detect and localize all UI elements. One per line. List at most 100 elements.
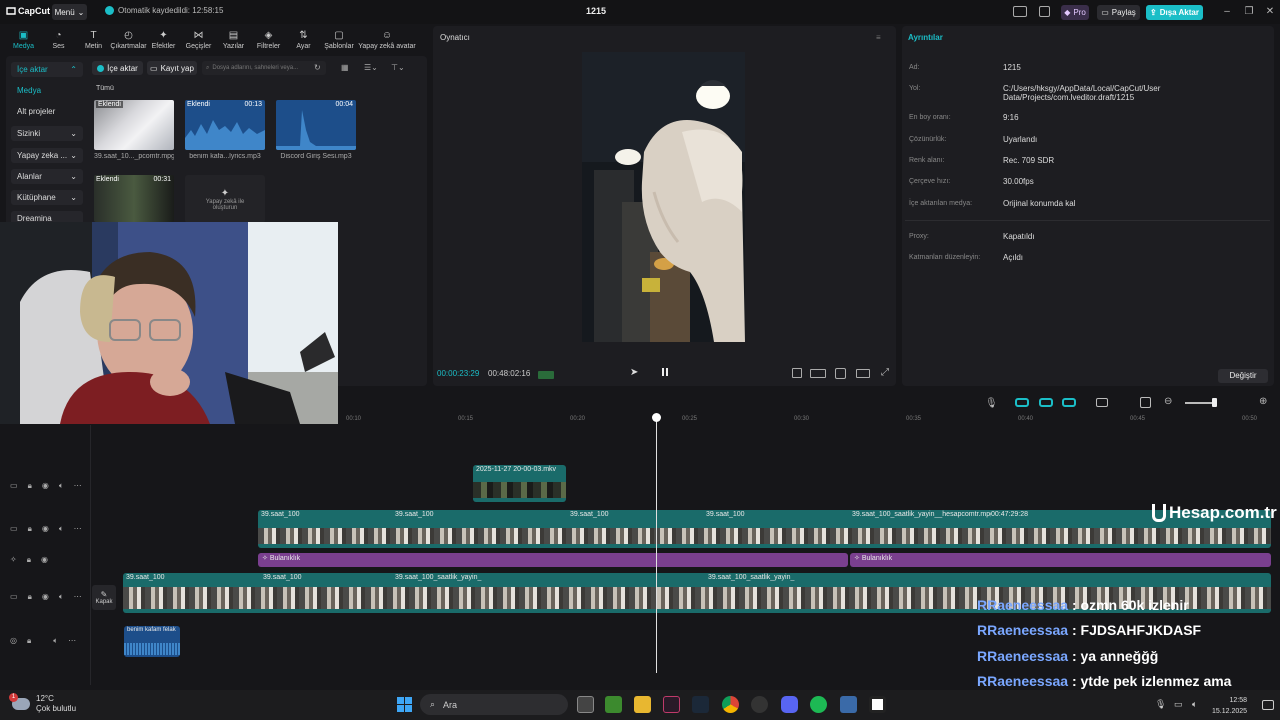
quality-icon[interactable] [810, 369, 826, 378]
cover-button[interactable]: ✎ Kapak [92, 585, 116, 610]
taskbar-clock[interactable]: 12:58 15.12.2025 [1212, 695, 1247, 717]
playhead-handle[interactable] [652, 413, 661, 422]
pause-icon[interactable] [660, 368, 670, 378]
spotify-icon[interactable] [810, 696, 827, 713]
media-search-input[interactable]: ⌕ Dosya adlarını, sahneleri veya... [202, 61, 326, 75]
lock-icon[interactable]: 🔒︎ [28, 524, 32, 534]
toolbar-avatar-tab[interactable]: ☺ Yapay zekâ avatar [357, 26, 417, 54]
more-icon[interactable]: ⋯ [74, 592, 82, 602]
timeline-ruler[interactable]: 00:10 00:15 00:20 00:25 00:30 00:35 00:40 00:45… [340, 413, 1280, 425]
share-button[interactable]: ▭ Paylaş [1097, 5, 1140, 20]
sidebar-item-subprojects[interactable]: Alt projeler [11, 104, 83, 119]
preview-axis-icon[interactable] [1096, 398, 1108, 407]
weather-widget[interactable]: 1 12°C Çok bulutlu [9, 693, 76, 714]
toolbar-template-tab[interactable]: ▢ Şablonlar [321, 26, 357, 54]
lock-icon[interactable]: 🔒︎ [27, 555, 31, 565]
sort-icon[interactable]: ☰⌄ [364, 63, 378, 72]
toolbar-captions-tab[interactable]: ▤ Yazılar [216, 26, 251, 54]
volume-icon[interactable]: 🔈︎ [1192, 699, 1197, 710]
media-item[interactable]: Eklendi 00:31 [94, 175, 174, 222]
network-icon[interactable]: ▭ [1174, 699, 1183, 710]
taskbar-search[interactable]: ⌕ Ara [420, 694, 568, 715]
toolbar-adjust-tab[interactable]: ⇅ Ayar [286, 26, 321, 54]
more-icon[interactable]: ⋯ [74, 524, 82, 534]
file-explorer-icon[interactable] [634, 696, 651, 713]
more-icon[interactable]: ⋯ [74, 481, 82, 491]
sidebar-item-library[interactable]: Kütüphane ⌄ [11, 190, 83, 205]
toolbar-filter-tab[interactable]: ◈ Filtreler [251, 26, 286, 54]
audio-clip[interactable]: benim kafam felak [124, 626, 180, 657]
microphone-icon[interactable]: 🎙︎ [985, 398, 998, 409]
refresh-icon[interactable]: ↻ [314, 63, 321, 72]
captions-toggle-icon[interactable] [1140, 397, 1151, 408]
maximize-icon[interactable]: ❐ [1242, 5, 1256, 19]
change-button[interactable]: Değiştir [1218, 369, 1268, 383]
microphone-icon[interactable]: 🎙︎ [1155, 699, 1166, 710]
toolbar-sticker-tab[interactable]: ◴ Çıkartmalar [110, 26, 146, 54]
app-icon[interactable] [663, 696, 680, 713]
zoom-in-icon[interactable]: ⊕ [1259, 396, 1267, 407]
speaker-icon[interactable]: 🔈︎ [59, 481, 64, 491]
record-button[interactable]: ▭ Kayıt yap [147, 61, 197, 75]
app-icon[interactable] [751, 696, 768, 713]
media-item[interactable]: Eklendi 39.saat_10..._pcomtr.mpg [94, 100, 174, 160]
menu-button[interactable]: Menü ⌄ [52, 4, 87, 20]
toolbar-media-tab[interactable]: ▣ Medya [6, 26, 41, 54]
fullscreen-icon[interactable]: ⤢ [881, 367, 889, 378]
eye-icon[interactable]: ◉ [42, 524, 49, 534]
sidebar-item-ai[interactable]: Yapay zeka ... ⌄ [11, 148, 83, 163]
sidebar-item-yours[interactable]: Sizinki ⌄ [11, 126, 83, 141]
task-view-icon[interactable] [577, 696, 594, 713]
hamburger-menu-icon[interactable]: ≡ [876, 33, 881, 42]
crop-icon[interactable] [792, 368, 802, 378]
eye-icon[interactable]: ◉ [42, 481, 49, 491]
lock-icon[interactable]: 🔒︎ [27, 636, 31, 646]
video-preview[interactable] [582, 52, 745, 342]
layout-icon[interactable] [1013, 6, 1027, 17]
toolbar-audio-tab[interactable]: ◔ Ses [41, 26, 76, 54]
snap-icon[interactable] [1062, 398, 1076, 407]
toolbar-effects-tab[interactable]: ✦ Efektler [146, 26, 181, 54]
sidebar-item-import[interactable]: İçe aktar ⌃ [11, 62, 83, 77]
lock-icon[interactable]: 🔒︎ [28, 592, 32, 602]
notifications-icon[interactable] [1262, 700, 1274, 710]
import-button[interactable]: İçe aktar [92, 61, 143, 75]
magnet-icon[interactable] [1039, 398, 1053, 407]
effect-clip[interactable]: ✧ Bulanıklık [850, 553, 1271, 567]
media-item[interactable]: Eklendi 00:13 benim kafa...lyrics.mp3 [185, 100, 265, 160]
app-icon[interactable] [840, 696, 857, 713]
toolbar-transition-tab[interactable]: ⋈ Geçişler [181, 26, 216, 54]
effect-clip[interactable]: ✧ Bulanıklık [258, 553, 848, 567]
more-icon[interactable]: ⋯ [68, 636, 76, 646]
chrome-icon[interactable] [722, 696, 739, 713]
sidebar-item-spaces[interactable]: Alanlar ⌄ [11, 169, 83, 184]
close-icon[interactable]: ✕ [1263, 5, 1277, 19]
media-item[interactable]: 00:04 Discord Giriş Sesi.mp3 [276, 100, 356, 160]
pro-button[interactable]: ◆ Pro [1061, 5, 1089, 20]
grid-view-icon[interactable]: ▦ [341, 63, 349, 72]
discord-icon[interactable] [781, 696, 798, 713]
playhead[interactable] [656, 415, 657, 673]
steam-icon[interactable] [692, 696, 709, 713]
detail-value[interactable]: C:/Users/hksgy/AppData/Local/CapCut/User… [1003, 84, 1223, 102]
capcut-taskbar-icon[interactable] [869, 696, 886, 713]
video-track-2-clips[interactable]: 39.saat_100 39.saat_100 39.saat_100 39.s… [258, 510, 1271, 548]
eye-icon[interactable]: ◉ [41, 555, 48, 565]
speaker-icon[interactable]: 🔈︎ [53, 636, 58, 646]
minimize-icon[interactable]: – [1220, 5, 1234, 19]
export-button[interactable]: ⇪ Dışa Aktar [1146, 5, 1203, 20]
speaker-icon[interactable]: 🔈︎ [59, 524, 64, 534]
screenshot-icon[interactable] [835, 368, 846, 379]
ai-create-card[interactable]: ✦ Yapay zekâ ile oluşturun [185, 175, 265, 223]
sidebar-item-media[interactable]: Medya [11, 83, 83, 98]
lock-icon[interactable]: 🔒︎ [28, 481, 32, 491]
windows-start-icon[interactable] [397, 697, 412, 712]
speaker-icon[interactable]: 🔈︎ [59, 592, 64, 602]
minecraft-icon[interactable] [605, 696, 622, 713]
zoom-slider-handle[interactable] [1212, 398, 1217, 407]
eye-icon[interactable]: ◉ [42, 592, 49, 602]
link-icon[interactable] [1015, 398, 1029, 407]
filter-icon[interactable]: ⊤⌄ [391, 63, 405, 72]
overlay-video-clip[interactable]: 2025-11-27 20-00-03.mkv [473, 465, 566, 502]
shortcuts-icon[interactable] [1039, 6, 1050, 17]
